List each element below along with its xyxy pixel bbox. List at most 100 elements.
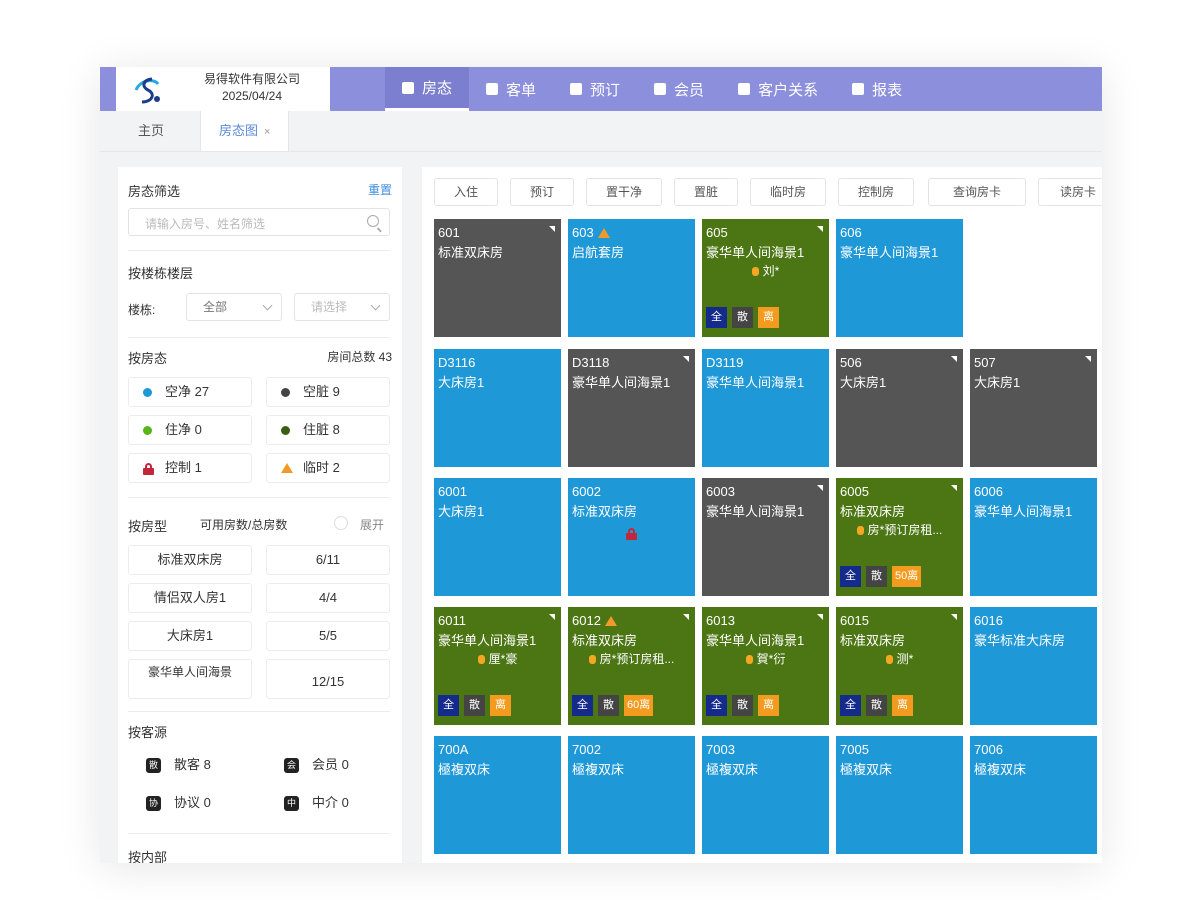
tab-room-map[interactable]: 房态图 × (200, 111, 290, 151)
source-filter-walkin[interactable]: 散散客 8 (128, 751, 252, 781)
room-type: 極複双床 (572, 762, 625, 777)
temp-room-button[interactable]: 临时房 (750, 178, 826, 206)
divider (128, 833, 390, 834)
room-tile[interactable]: 603 启航套房 (568, 219, 695, 337)
room-tile[interactable]: 6005 标准双床房 房*预订房租... 全散 50离 (836, 478, 963, 596)
room-tile[interactable]: 6013 豪华单人间海景1 賀*衍全散离 (702, 607, 829, 725)
room-tile[interactable]: D3119 豪华单人间海景1 (702, 349, 829, 467)
nav-crm[interactable]: 客户关系 (721, 67, 835, 111)
reset-button[interactable]: 重置 (368, 181, 392, 198)
warning-triangle-icon (281, 463, 293, 473)
room-tile[interactable]: 7006 極複双床 (970, 736, 1097, 854)
room-type: 大床房1 (438, 504, 485, 519)
divider (128, 497, 390, 498)
nav-booking[interactable]: 预订 (553, 67, 637, 111)
room-badges: 全散 60离 (572, 695, 658, 716)
room-tile[interactable]: 6003 豪华单人间海景1 (702, 478, 829, 596)
expand-label[interactable]: 展开 (360, 516, 384, 533)
chevron-down-icon (262, 300, 273, 311)
building-section-title: 按楼栋楼层 (128, 266, 194, 281)
source-section-title: 按客源 (128, 725, 168, 740)
room-tile[interactable]: 605 豪华单人间海景1 刘* 全散离 (702, 219, 829, 337)
room-number: 6002 (572, 484, 601, 499)
room-type-name[interactable]: 大床房1 (128, 621, 252, 651)
room-number: 7005 (840, 742, 869, 757)
room-tile[interactable]: 6011 豪华单人间海景1 厘*豪全散离 (434, 607, 561, 725)
corner-flag-icon (549, 614, 555, 620)
agency-icon: 中 (284, 796, 299, 811)
guest-name: 賀*衍 (702, 651, 829, 667)
room-type-header: 可用房数/总房数 (200, 518, 288, 532)
room-tile[interactable]: 700A 極複双床 (434, 736, 561, 854)
nav-member[interactable]: 会员 (637, 67, 721, 111)
query-card-button[interactable]: 查询房卡 (928, 178, 1026, 206)
booking-button[interactable]: 预订 (510, 178, 574, 206)
tab-home[interactable]: 主页 (120, 111, 182, 151)
room-tile[interactable]: 6006 豪华单人间海景1 (970, 478, 1097, 596)
status-filter-occupied-clean[interactable]: 住净 0 (128, 415, 252, 445)
status-filter-temporary[interactable]: 临时 2 (266, 453, 390, 483)
room-tile[interactable]: 506 大床房1 (836, 349, 963, 467)
room-type-name[interactable]: 标准双床房 (128, 545, 252, 575)
guest-name: 房*预订房租... (568, 651, 695, 667)
read-card-button[interactable]: 读房卡 (1038, 178, 1102, 206)
room-tile[interactable]: 7002 極複双床 (568, 736, 695, 854)
brand-block: 易得软件有限公司 2025/04/24 (116, 67, 330, 111)
room-badge: 离 (490, 695, 511, 716)
close-icon[interactable]: × (264, 126, 270, 138)
room-tile[interactable]: 6001 大床房1 (434, 478, 561, 596)
room-tile[interactable]: 7003 極複双床 (702, 736, 829, 854)
room-tile[interactable]: 601 标准双床房 (434, 219, 561, 337)
room-type-name[interactable]: 豪华单人间海景 (128, 659, 252, 699)
main-nav: 房态 客单 预订 会员 客户关系 报表 (385, 67, 919, 111)
room-tile[interactable]: 7005 極複双床 (836, 736, 963, 854)
room-badge: 全 (840, 566, 861, 587)
search-icon[interactable] (367, 215, 379, 227)
status-filter-occupied-dirty[interactable]: 住脏 8 (266, 415, 390, 445)
corner-flag-icon (549, 226, 555, 232)
room-tile[interactable]: 6015 标准双床房 测* 全散离 (836, 607, 963, 725)
guest-name: 房*预订房租... (836, 522, 963, 538)
room-tile[interactable]: D3116 大床房1 (434, 349, 561, 467)
lock-icon (143, 463, 154, 475)
nav-room-status[interactable]: 房态 (385, 67, 470, 111)
room-type: 豪华标准大床房 (974, 633, 1066, 648)
guest-icon (885, 655, 893, 664)
expand-toggle[interactable] (334, 516, 348, 530)
status-filter-vacant-dirty[interactable]: 空脏 9 (266, 377, 390, 407)
floor-select[interactable]: 请选择 (294, 293, 390, 321)
guest-icon (745, 655, 753, 664)
room-type-name[interactable]: 情侣双人房1 (128, 583, 252, 613)
room-type: 豪华单人间海景1 (706, 375, 805, 390)
room-tile[interactable]: 6002 标准双床房 (568, 478, 695, 596)
room-number: 7006 (974, 742, 1003, 757)
room-number: 6015 (840, 613, 869, 628)
room-tile[interactable]: 507 大床房1 (970, 349, 1097, 467)
source-filter-agreement[interactable]: 协协议 0 (128, 789, 252, 819)
room-tile[interactable]: 606 豪华单人间海景1 (836, 219, 963, 337)
checkin-button[interactable]: 入住 (434, 178, 498, 206)
room-tile[interactable]: D3118 豪华单人间海景1 (568, 349, 695, 467)
room-number: 6016 (974, 613, 1003, 628)
search-input[interactable]: 请输入房号、姓名筛选 (128, 208, 390, 236)
set-dirty-button[interactable]: 置脏 (674, 178, 738, 206)
building-select[interactable]: 全部 (186, 293, 282, 321)
warning-triangle-icon (597, 228, 610, 238)
room-number: D3118 (572, 355, 610, 370)
room-number: 6012 (572, 613, 617, 629)
room-number: 6005 (840, 484, 869, 499)
nav-report[interactable]: 报表 (835, 67, 919, 111)
status-filter-vacant-clean[interactable]: 空净 27 (128, 377, 252, 407)
room-type: 标准双床房 (840, 504, 906, 519)
room-tile[interactable]: 6016 豪华标准大床房 (970, 607, 1097, 725)
set-clean-button[interactable]: 置干净 (586, 178, 662, 206)
control-room-button[interactable]: 控制房 (838, 178, 914, 206)
room-number: D3116 (438, 355, 476, 370)
corner-flag-icon (951, 485, 957, 491)
source-filter-member[interactable]: 会会员 0 (266, 751, 390, 781)
status-filter-control[interactable]: 控制 1 (128, 453, 252, 483)
room-tile[interactable]: 6012 标准双床房 房*预订房租... 全散 60离 (568, 607, 695, 725)
source-filter-agency[interactable]: 中中介 0 (266, 789, 390, 819)
room-number: 507 (974, 355, 996, 370)
nav-orders[interactable]: 客单 (469, 67, 553, 111)
